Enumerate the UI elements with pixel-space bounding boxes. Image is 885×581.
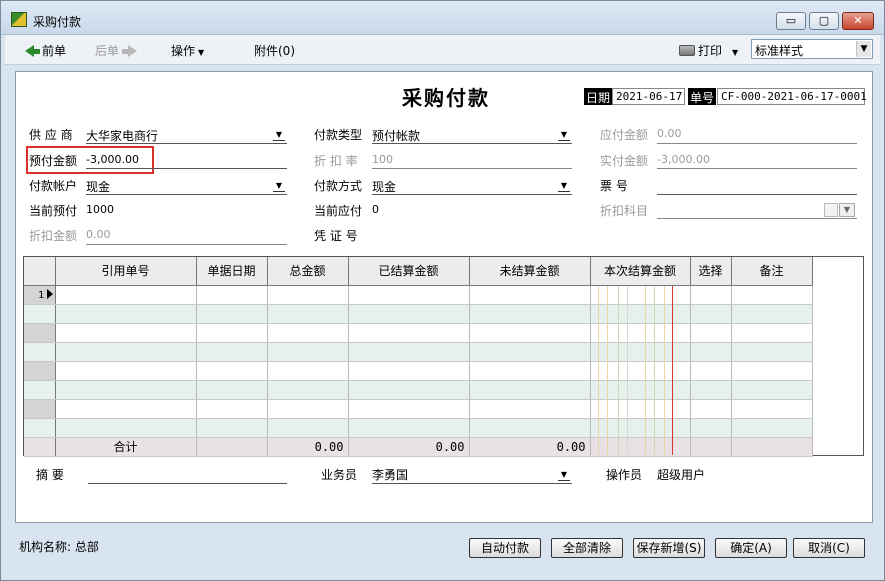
supplier-value[interactable]: 大华家电商行 [86, 127, 158, 144]
col-current-settle[interactable]: 本次结算金额 [590, 257, 691, 286]
salesman-label: 业务员 [321, 468, 358, 482]
pay-method-value[interactable]: 现金 [372, 178, 396, 195]
pay-type-label: 付款类型 [314, 128, 363, 142]
print-button[interactable]: 打印 ▼ [679, 42, 738, 59]
row-header[interactable]: 1 [24, 285, 56, 305]
ok-button[interactable]: 确定(A) [715, 538, 787, 558]
operator-value: 超级用户 [657, 468, 706, 482]
col-unsettled[interactable]: 未结算金额 [469, 257, 591, 286]
table-row[interactable] [24, 323, 813, 343]
table-row[interactable] [24, 399, 813, 419]
cancel-button[interactable]: 取消(C) [793, 538, 865, 558]
ticket-no-input[interactable] [657, 194, 857, 195]
title-bar: 采购付款 ▭ ▢ ✕ [1, 1, 884, 35]
operations-menu[interactable]: 操作 ▼ [171, 42, 204, 59]
table-row[interactable] [24, 361, 813, 381]
attachment-button[interactable]: 附件(0) [254, 42, 295, 59]
caret-down-icon: ▼ [732, 48, 739, 57]
app-icon [11, 12, 27, 27]
operator-label: 操作员 [606, 468, 643, 482]
pay-account-dropdown-icon[interactable]: ▼ [273, 180, 285, 192]
chevron-down-icon: ▼ [856, 41, 871, 57]
pay-type-dropdown-icon[interactable]: ▼ [558, 129, 570, 141]
salesman-value[interactable]: 李勇国 [372, 466, 408, 483]
sum-label: 合计 [55, 437, 197, 457]
table-row[interactable] [24, 304, 813, 324]
date-label: 日期 [584, 88, 613, 105]
summary-label: 摘 要 [36, 468, 64, 482]
discount-amount-value: 0.00 [86, 228, 111, 241]
sum-total: 0.00 [267, 437, 349, 457]
print-style-select[interactable]: 标准样式 ▼ [751, 39, 873, 59]
supplier-dropdown-icon[interactable]: ▼ [273, 129, 285, 141]
prepay-label: 预付金额 [29, 154, 78, 168]
minimize-button[interactable]: ▭ [776, 12, 806, 30]
actual-pay-value: -3,000.00 [657, 153, 710, 166]
voucher-label: 凭 证 号 [314, 229, 358, 243]
sum-row: 合计 0.00 0.00 0.00 [24, 437, 813, 457]
discount-amount-label: 折扣金额 [29, 229, 78, 243]
actual-pay-label: 实付金额 [600, 154, 649, 168]
save-new-button[interactable]: 保存新增(S) [633, 538, 705, 558]
pay-account-label: 付款帐户 [29, 179, 78, 193]
pay-method-label: 付款方式 [314, 179, 363, 193]
form-title: 采购付款 [402, 86, 490, 110]
discount-subject-browse-icon[interactable] [824, 203, 838, 217]
table-row[interactable]: 1 [24, 285, 813, 305]
table-row[interactable] [24, 418, 813, 438]
settlement-table: 引用单号 单据日期 总金额 已结算金额 未结算金额 本次结算金额 选择 备注 1 [24, 257, 813, 457]
close-button[interactable]: ✕ [842, 12, 874, 30]
col-settled[interactable]: 已结算金额 [348, 257, 470, 286]
discount-rate-value: 100 [372, 153, 393, 166]
date-field[interactable]: 2021-06-17 [612, 88, 685, 105]
discount-rate-label: 折 扣 率 [314, 154, 358, 168]
payable-value: 0.00 [657, 127, 682, 140]
pay-type-value[interactable]: 预付帐款 [372, 127, 420, 144]
settlement-grid: 引用单号 单据日期 总金额 已结算金额 未结算金额 本次结算金额 选择 备注 1 [23, 256, 864, 457]
salesman-dropdown-icon[interactable]: ▼ [558, 469, 570, 481]
clear-all-button[interactable]: 全部清除 [551, 538, 623, 558]
row-pointer-icon [46, 288, 53, 299]
prev-bill-button[interactable]: 前单 [25, 42, 66, 59]
col-select[interactable]: 选择 [690, 257, 732, 286]
printer-icon [679, 45, 695, 56]
pay-account-value[interactable]: 现金 [86, 178, 110, 195]
pay-method-dropdown-icon[interactable]: ▼ [558, 180, 570, 192]
current-prepay-label: 当前预付 [29, 204, 78, 218]
col-total[interactable]: 总金额 [267, 257, 349, 286]
col-ref-no[interactable]: 引用单号 [55, 257, 197, 286]
current-payable-value: 0 [372, 203, 379, 216]
prepay-input[interactable]: -3,000.00 [86, 153, 139, 166]
org-name-label: 机构名称: 总部 [19, 540, 99, 554]
current-payable-label: 当前应付 [314, 204, 363, 218]
current-prepay-value: 1000 [86, 203, 114, 216]
caret-down-icon: ▼ [198, 48, 205, 57]
arrow-left-icon [25, 45, 34, 57]
col-remark[interactable]: 备注 [731, 257, 813, 286]
next-bill-button[interactable]: 后单 [95, 42, 138, 59]
bill-no-field[interactable]: CF-000-2021-06-17-0001 [717, 88, 867, 105]
sum-unsettled: 0.00 [469, 437, 591, 457]
col-bill-date[interactable]: 单据日期 [196, 257, 268, 286]
ticket-no-label: 票 号 [600, 179, 628, 193]
summary-input[interactable] [88, 483, 287, 484]
sum-settled: 0.00 [348, 437, 470, 457]
table-row[interactable] [24, 380, 813, 400]
form-panel: 采购付款 日期 2021-06-17 单号 CF-000-2021-06-17-… [15, 71, 873, 523]
discount-subject-dropdown-icon[interactable]: ▼ [839, 203, 855, 217]
purchase-payment-window: 采购付款 ▭ ▢ ✕ 前单 后单 操作 ▼ 附件(0) 打印 ▼ 标准样式 ▼ 采购… [0, 0, 885, 581]
supplier-label: 供 应 商 [29, 128, 73, 142]
payable-label: 应付金额 [600, 128, 649, 142]
window-title: 采购付款 [33, 15, 82, 29]
arrow-right-icon [128, 45, 138, 57]
table-row[interactable] [24, 342, 813, 362]
discount-subject-label: 折扣科目 [600, 204, 649, 218]
toolbar: 前单 后单 操作 ▼ 附件(0) 打印 ▼ 标准样式 ▼ [5, 35, 880, 65]
bill-no-label: 单号 [688, 88, 717, 105]
auto-pay-button[interactable]: 自动付款 [469, 538, 541, 558]
maximize-button[interactable]: ▢ [809, 12, 839, 30]
